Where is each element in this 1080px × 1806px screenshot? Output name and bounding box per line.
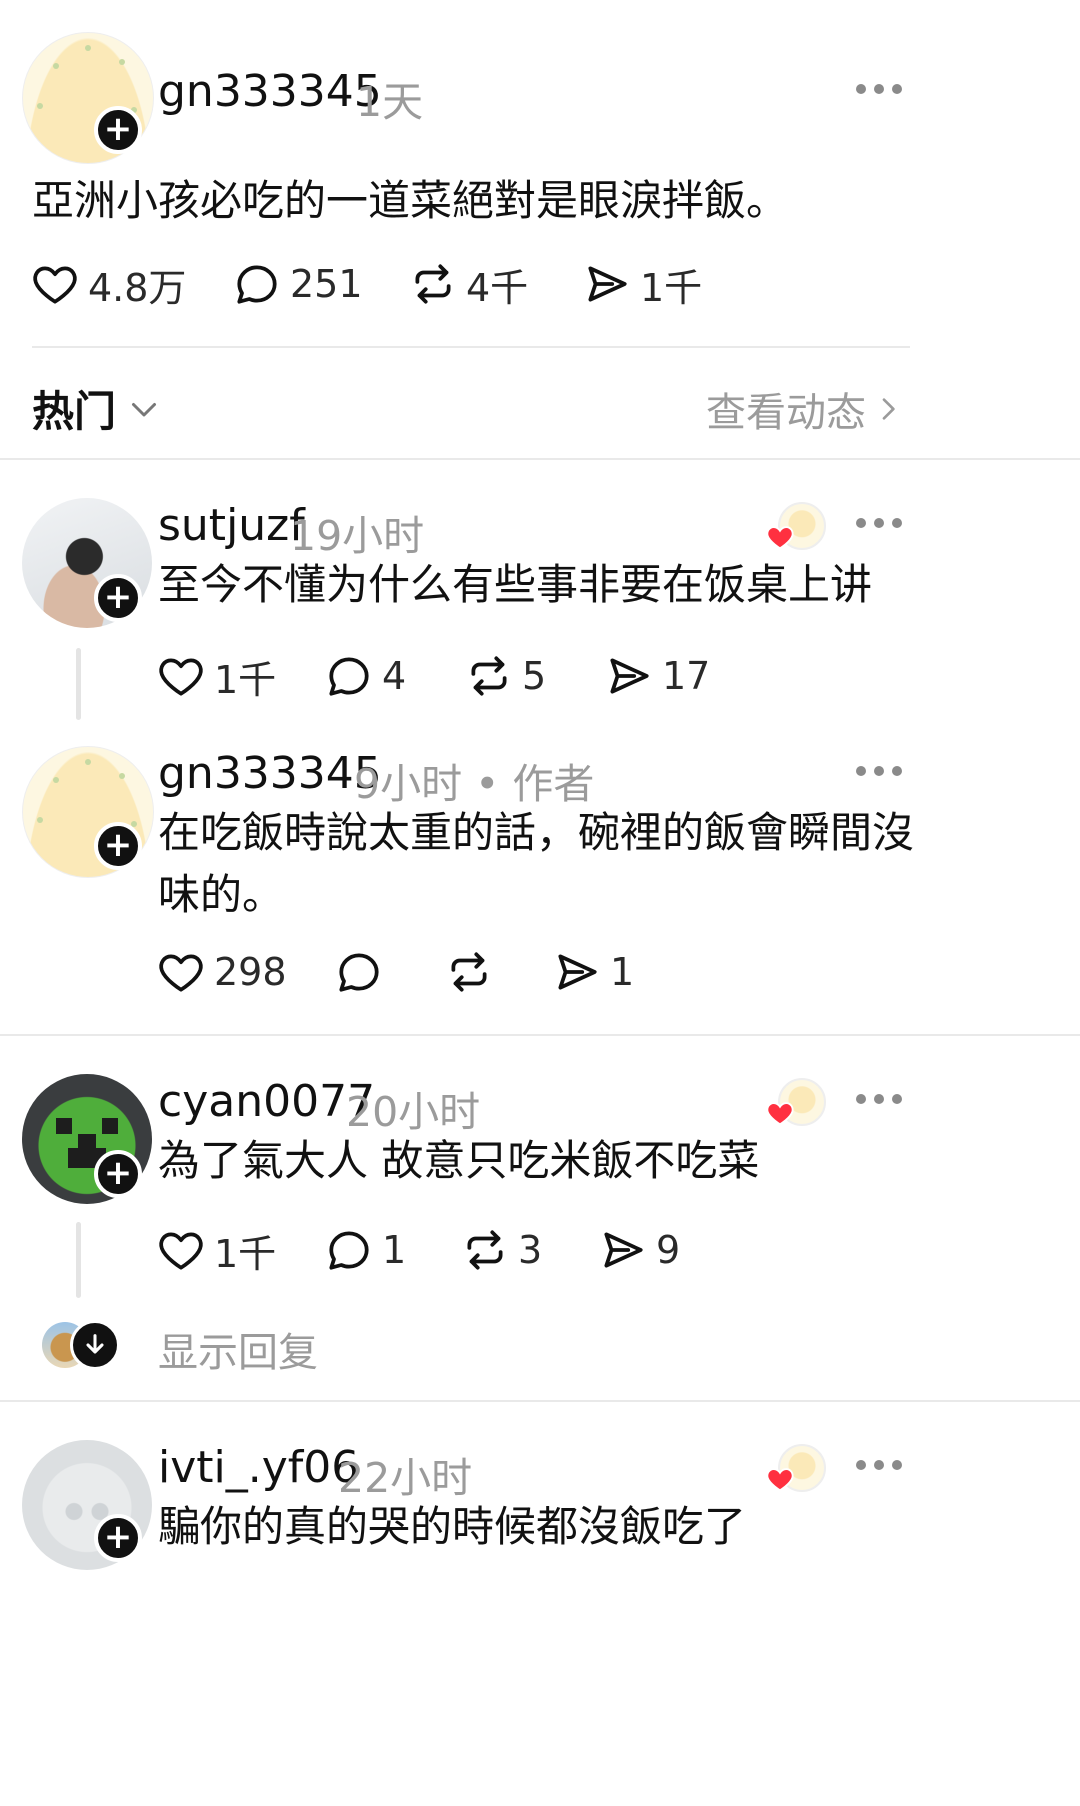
reply-username[interactable]: gn333345: [158, 748, 382, 799]
like-button[interactable]: 298: [156, 944, 287, 1000]
repost-button[interactable]: 3: [460, 1222, 542, 1278]
send-icon: [588, 266, 627, 302]
like-count: 298: [214, 950, 287, 994]
share-count: 9: [656, 1228, 681, 1272]
comment-icon: [237, 265, 277, 304]
like-count: 1千: [214, 657, 277, 702]
comment-icon: [339, 953, 379, 992]
share-button[interactable]: 17: [604, 648, 710, 704]
author-liked-indicator: [764, 1078, 826, 1130]
post-username[interactable]: gn333345: [158, 66, 382, 117]
like-count: 1千: [214, 1231, 277, 1276]
more-options-icon[interactable]: [856, 1094, 902, 1106]
send-icon: [610, 658, 649, 694]
send-icon: [604, 1232, 643, 1268]
follow-plus-button[interactable]: +: [94, 1514, 142, 1562]
more-options-icon[interactable]: [856, 84, 902, 96]
repost-button[interactable]: [444, 944, 502, 1000]
comment-icon: [329, 1231, 369, 1270]
comment-count: 4: [382, 654, 407, 698]
share-button[interactable]: 1千: [582, 256, 702, 312]
reply-time: 20小时: [346, 1088, 481, 1136]
follow-plus-button[interactable]: +: [94, 106, 142, 154]
heart-icon: [33, 266, 77, 304]
like-button[interactable]: 1千: [156, 1222, 276, 1278]
sort-label: 热门: [32, 387, 117, 436]
more-options-icon[interactable]: [856, 1460, 902, 1472]
reply-time: 22小时: [338, 1454, 473, 1502]
chevron-down-icon: [132, 402, 157, 416]
like-button[interactable]: 1千: [156, 648, 276, 704]
comment-count: 1: [382, 1228, 407, 1272]
show-replies-button[interactable]: 显示回复: [42, 1318, 402, 1376]
repost-icon: [415, 264, 451, 304]
comment-button[interactable]: 1: [324, 1222, 406, 1278]
heart-filled-icon: [766, 1468, 794, 1492]
share-button[interactable]: 9: [598, 1222, 680, 1278]
post-text: 亞洲小孩必吃的一道菜絕對是眼淚拌飯。: [32, 176, 789, 225]
share-count: 1千: [640, 265, 703, 310]
comment-icon: [329, 657, 369, 696]
reply-username[interactable]: ivti_.yf06: [158, 1442, 359, 1493]
chevron-right-icon: [882, 398, 895, 420]
divider: [0, 1034, 1080, 1036]
view-activity-link[interactable]: 查看动态: [706, 380, 904, 438]
repost-icon: [471, 656, 507, 696]
section-divider: [0, 458, 1080, 460]
reply-time: 19小时: [290, 512, 425, 560]
send-icon: [558, 954, 597, 990]
thread-line: [76, 1222, 81, 1298]
heart-icon: [159, 954, 203, 992]
comment-button[interactable]: [334, 944, 392, 1000]
comment-button[interactable]: 4: [324, 648, 406, 704]
show-replies-label: 显示回复: [158, 1330, 318, 1376]
heart-filled-icon: [766, 1102, 794, 1126]
comment-count: 251: [290, 262, 363, 306]
repost-count: 4千: [466, 265, 529, 310]
reply-text: 為了氣大人 故意只吃米飯不吃菜: [158, 1136, 760, 1185]
repost-count: 3: [518, 1228, 543, 1272]
share-count: 17: [662, 654, 711, 698]
reply-text: 在吃飯時說太重的話，碗裡的飯會瞬間沒味的。: [158, 808, 915, 919]
heart-filled-icon: [766, 526, 794, 550]
comment-button[interactable]: 251: [232, 256, 363, 312]
arrow-down-icon: [70, 1320, 120, 1370]
thread-line: [76, 648, 81, 720]
repost-icon: [451, 952, 487, 992]
repost-count: 5: [522, 654, 547, 698]
reply-text: 騙你的真的哭的時候都沒飯吃了: [158, 1502, 747, 1551]
post-time: 1天: [356, 78, 424, 126]
divider: [0, 1400, 1080, 1402]
more-options-icon[interactable]: [856, 518, 902, 530]
reply-username[interactable]: sutjuzf: [158, 500, 305, 551]
reply-username[interactable]: cyan0077: [158, 1076, 375, 1127]
reply-text: 至今不懂为什么有些事非要在饭桌上讲: [158, 560, 873, 609]
divider: [32, 346, 910, 348]
like-count: 4.8万: [88, 265, 187, 310]
repost-button[interactable]: 5: [464, 648, 546, 704]
heart-icon: [159, 658, 203, 696]
author-liked-indicator: [764, 1444, 826, 1496]
follow-plus-button[interactable]: +: [94, 574, 142, 622]
reply-time: 9小时 • 作者: [354, 760, 595, 808]
repost-button[interactable]: 4千: [408, 256, 528, 312]
sort-dropdown[interactable]: 热门: [32, 378, 162, 439]
repost-icon: [467, 1230, 503, 1270]
like-button[interactable]: 4.8万: [30, 256, 186, 312]
view-activity-label: 查看动态: [706, 390, 866, 436]
share-button[interactable]: 1: [552, 944, 634, 1000]
follow-plus-button[interactable]: +: [94, 1150, 142, 1198]
more-options-icon[interactable]: [856, 766, 902, 778]
share-count: 1: [610, 950, 635, 994]
follow-plus-button[interactable]: +: [94, 822, 142, 870]
author-liked-indicator: [764, 502, 826, 554]
heart-icon: [159, 1232, 203, 1270]
